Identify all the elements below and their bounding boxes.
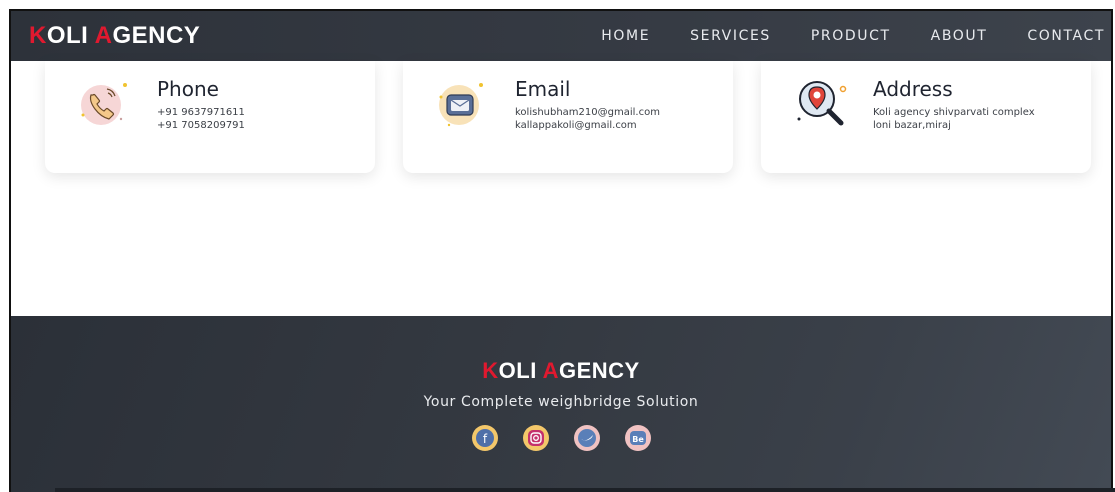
footer-brand-logo[interactable]: KOLI AGENCY	[11, 358, 1111, 384]
footer-logo-text-oli: OLI	[498, 358, 543, 383]
brand-logo[interactable]: KOLI AGENCY	[29, 23, 200, 49]
nav-product[interactable]: PRODUCT	[811, 28, 891, 44]
phone-number-2[interactable]: +91 7058209791	[157, 120, 245, 132]
nav-contact[interactable]: CONTACT	[1027, 28, 1105, 44]
footer-logo-letter-k: K	[482, 358, 499, 383]
instagram-icon[interactable]	[522, 424, 550, 452]
navbar: KOLI AGENCY HOME SERVICES PRODUCT ABOUT …	[11, 11, 1111, 61]
frame-right-border	[1111, 10, 1113, 492]
footer-logo-letter-a: A	[542, 358, 559, 383]
phone-title: Phone	[157, 77, 219, 101]
footer: KOLI AGENCY Your Complete weighbridge So…	[11, 316, 1115, 492]
social-links: f Be	[11, 424, 1111, 452]
logo-text-oli: OLI	[46, 22, 95, 49]
phone-number-1[interactable]: +91 9637971611	[157, 107, 245, 119]
footer-tagline: Your Complete weighbridge Solution	[423, 394, 699, 410]
contact-card-email: Email kolishubham210@gmail.com kallappak…	[403, 61, 733, 173]
twitter-icon[interactable]	[573, 424, 601, 452]
location-search-icon	[797, 81, 847, 126]
logo-text-gency: GENCY	[112, 22, 201, 49]
footer-logo-text-gency: GENCY	[559, 358, 640, 383]
envelope-icon	[439, 83, 483, 127]
nav-links: HOME SERVICES PRODUCT ABOUT CONTACT	[561, 11, 1111, 61]
footer-bottom-bar	[55, 488, 1115, 492]
phone-icon	[81, 83, 127, 125]
address-line-2: loni bazar,miraj	[873, 120, 951, 131]
facebook-icon[interactable]: f	[471, 424, 499, 452]
contact-card-phone: Phone +91 9637971611 +91 7058209791	[45, 61, 375, 173]
nav-home[interactable]: HOME	[601, 28, 650, 44]
email-address-2[interactable]: kallappakoli@gmail.com	[515, 120, 637, 132]
nav-about[interactable]: ABOUT	[931, 28, 988, 44]
contact-card-address: Address Koli agency shivparvati complex …	[761, 61, 1091, 173]
nav-services[interactable]: SERVICES	[690, 28, 771, 44]
address-line-1: Koli agency shivparvati complex	[873, 107, 1035, 118]
svg-text:Be: Be	[632, 435, 644, 444]
email-title: Email	[515, 77, 571, 101]
address-title: Address	[873, 77, 953, 101]
email-address-1[interactable]: kolishubham210@gmail.com	[515, 107, 660, 119]
logo-letter-k: K	[29, 22, 47, 49]
logo-letter-a: A	[94, 22, 113, 49]
behance-icon[interactable]: Be	[624, 424, 652, 452]
